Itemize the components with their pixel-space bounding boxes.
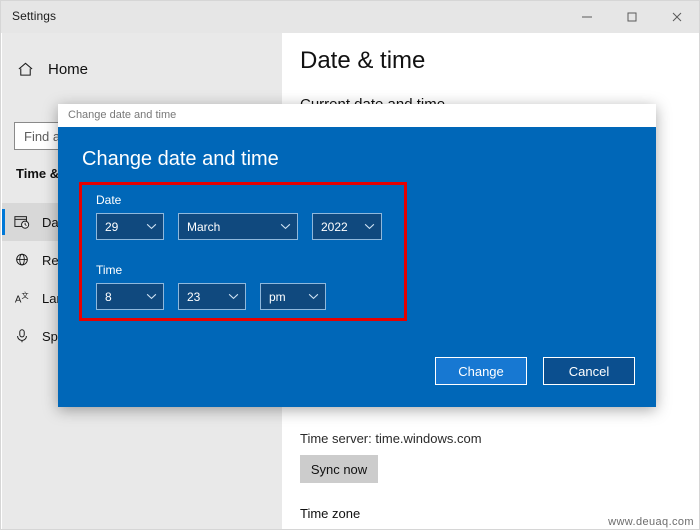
day-value: 29: [105, 219, 119, 234]
chevron-down-icon: [139, 223, 163, 230]
watermark: www.deuaq.com: [608, 516, 694, 528]
page-title: Date & time: [300, 47, 426, 74]
maximize-button[interactable]: [609, 1, 654, 33]
time-combo-row: 8 23 pm: [96, 283, 340, 310]
sidebar-home-label: Home: [48, 60, 89, 78]
time-server-text: Time server: time.windows.com: [300, 431, 482, 446]
minimize-button[interactable]: [564, 1, 609, 33]
chevron-down-icon: [139, 293, 163, 300]
home-icon: [2, 61, 48, 78]
change-button[interactable]: Change: [435, 357, 527, 385]
date-field-group: Date 29 March 2022: [96, 193, 396, 240]
microphone-icon: [2, 328, 42, 344]
dialog-heading: Change date and time: [82, 148, 279, 170]
date-combo-row: 29 March 2022: [96, 213, 396, 240]
dialog-titlebar[interactable]: Change date and time: [58, 104, 656, 127]
month-select[interactable]: March: [178, 213, 298, 240]
close-button[interactable]: [654, 1, 699, 33]
chevron-down-icon: [357, 223, 381, 230]
sync-now-button[interactable]: Sync now: [300, 455, 378, 483]
svg-text:文: 文: [22, 291, 29, 300]
date-label: Date: [96, 193, 122, 207]
meridiem-select[interactable]: pm: [260, 283, 326, 310]
day-select[interactable]: 29: [96, 213, 164, 240]
minute-select[interactable]: 23: [178, 283, 246, 310]
sidebar-item-home[interactable]: Home: [2, 50, 282, 88]
language-icon: A 文: [2, 290, 42, 306]
cancel-button[interactable]: Cancel: [543, 357, 635, 385]
globe-icon: [2, 252, 42, 268]
minute-value: 23: [187, 289, 201, 304]
chevron-down-icon: [221, 293, 245, 300]
month-value: March: [187, 219, 221, 234]
time-zone-label: Time zone: [300, 506, 361, 521]
window-controls: [564, 1, 699, 33]
meridiem-value: pm: [269, 289, 286, 304]
sync-now-label: Sync now: [310, 461, 368, 477]
window-title: Settings: [12, 9, 57, 23]
hour-select[interactable]: 8: [96, 283, 164, 310]
year-value: 2022: [321, 219, 348, 234]
dialog-body: Change date and time Date 29 March 2022 …: [58, 127, 656, 407]
time-field-group: Time 8 23 pm: [96, 263, 340, 310]
year-select[interactable]: 2022: [312, 213, 382, 240]
change-button-label: Change: [458, 363, 504, 379]
chevron-down-icon: [273, 223, 297, 230]
calendar-clock-icon: [2, 214, 42, 230]
hour-value: 8: [105, 289, 112, 304]
chevron-down-icon: [301, 293, 325, 300]
dialog-titlebar-label: Change date and time: [68, 109, 177, 121]
change-date-time-dialog: Change date and time Change date and tim…: [58, 104, 656, 407]
window-titlebar[interactable]: Settings: [1, 1, 699, 33]
time-label: Time: [96, 263, 123, 277]
cancel-button-label: Cancel: [568, 363, 610, 379]
dialog-button-row: Change Cancel: [419, 357, 635, 385]
screen: Settings Home Find a Time & Date A 文 Dat…: [0, 0, 700, 530]
